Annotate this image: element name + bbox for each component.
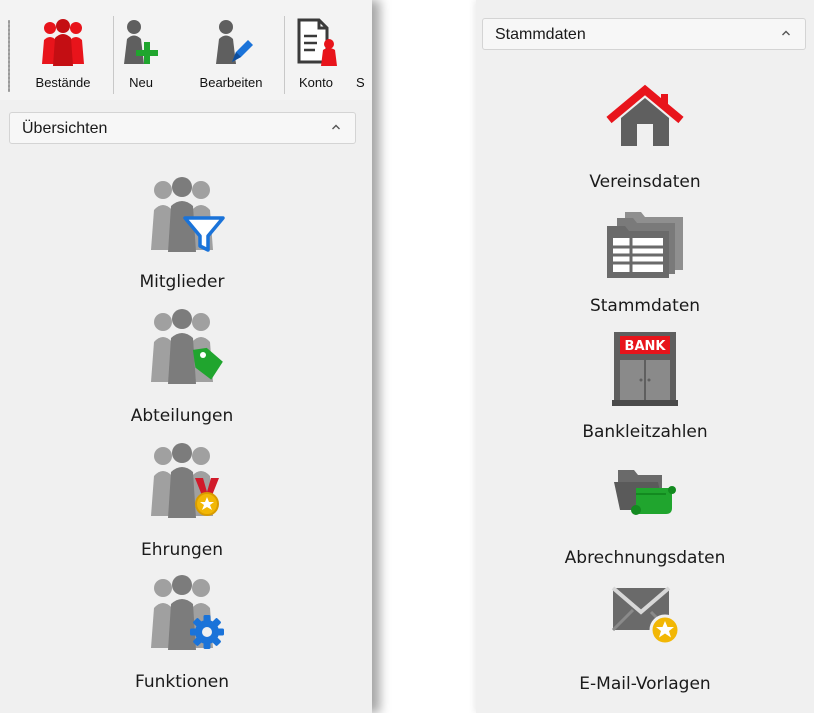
truncated-label: S bbox=[356, 75, 365, 90]
account-document-icon bbox=[297, 18, 337, 66]
chevron-up-icon[interactable] bbox=[781, 28, 791, 38]
bankleitzahlen-label: Bankleitzahlen bbox=[582, 422, 708, 442]
neu-label: Neu bbox=[129, 75, 153, 90]
konto-label: Konto bbox=[299, 75, 333, 90]
stammdaten-group-header[interactable]: Stammdaten bbox=[482, 18, 806, 50]
members-filter-icon bbox=[151, 177, 225, 252]
toolbar: Bestände Neu Bearbeiten Konto S bbox=[0, 0, 372, 100]
bankleitzahlen-item[interactable]: BANK Bankleitzahlen bbox=[565, 330, 725, 450]
members-gear-icon bbox=[151, 575, 224, 650]
funktionen-item[interactable]: Funktionen bbox=[102, 574, 262, 698]
konto-button[interactable]: Konto bbox=[288, 14, 344, 96]
ehrungen-label: Ehrungen bbox=[140, 540, 224, 560]
folder-table-icon bbox=[607, 212, 683, 278]
mail-star-icon bbox=[611, 586, 681, 646]
members-medal-icon bbox=[151, 443, 219, 518]
neu-button[interactable]: Neu bbox=[116, 14, 166, 96]
mitglieder-label: Mitglieder bbox=[139, 272, 225, 292]
bestaende-label: Bestände bbox=[35, 75, 91, 90]
house-icon bbox=[606, 84, 684, 146]
abteilungen-item[interactable]: Abteilungen bbox=[102, 306, 262, 430]
bank-sign-text: BANK bbox=[625, 339, 667, 354]
funktionen-label: Funktionen bbox=[134, 672, 230, 692]
stammdaten-label: Stammdaten bbox=[589, 296, 701, 316]
toolbar-separator bbox=[113, 16, 114, 94]
vereinsdaten-label: Vereinsdaten bbox=[589, 172, 701, 192]
abrechnungsdaten-label: Abrechnungsdaten bbox=[564, 548, 726, 568]
edit-member-icon bbox=[216, 20, 253, 64]
bearbeiten-label: Bearbeiten bbox=[199, 75, 263, 90]
mitglieder-item[interactable]: Mitglieder bbox=[102, 172, 262, 296]
toolbar-separator bbox=[284, 16, 285, 94]
members-red-icon bbox=[42, 19, 84, 66]
truncated-toolbar-button[interactable]: S bbox=[346, 14, 372, 96]
chevron-up-icon[interactable] bbox=[331, 122, 341, 132]
left-navigation-panel: Bestände Neu Bearbeiten Konto S Übersich… bbox=[0, 0, 372, 713]
stammdaten-item[interactable]: Stammdaten bbox=[565, 204, 725, 324]
group-title: Übersichten bbox=[22, 120, 108, 137]
abteilungen-label: Abteilungen bbox=[130, 406, 234, 426]
bank-icon: BANK bbox=[612, 332, 678, 406]
email-vorlagen-item[interactable]: E-Mail-Vorlagen bbox=[565, 580, 725, 700]
ehrungen-item[interactable]: Ehrungen bbox=[102, 442, 262, 566]
vereinsdaten-item[interactable]: Vereinsdaten bbox=[565, 78, 725, 198]
abrechnungsdaten-item[interactable]: Abrechnungsdaten bbox=[565, 456, 725, 576]
bearbeiten-button[interactable]: Bearbeiten bbox=[186, 14, 276, 96]
uebersichten-group-header[interactable]: Übersichten bbox=[9, 112, 356, 144]
new-member-icon bbox=[124, 20, 158, 64]
members-tag-icon bbox=[151, 309, 223, 384]
right-navigation-panel: Stammdaten Vereinsdaten Stammdaten BANK … bbox=[476, 0, 814, 713]
toolbar-grip[interactable] bbox=[8, 20, 10, 92]
bestaende-button[interactable]: Bestände bbox=[22, 14, 104, 96]
folder-scroll-icon bbox=[614, 470, 676, 515]
group-title: Stammdaten bbox=[495, 26, 586, 43]
email-vorlagen-label: E-Mail-Vorlagen bbox=[579, 674, 711, 694]
